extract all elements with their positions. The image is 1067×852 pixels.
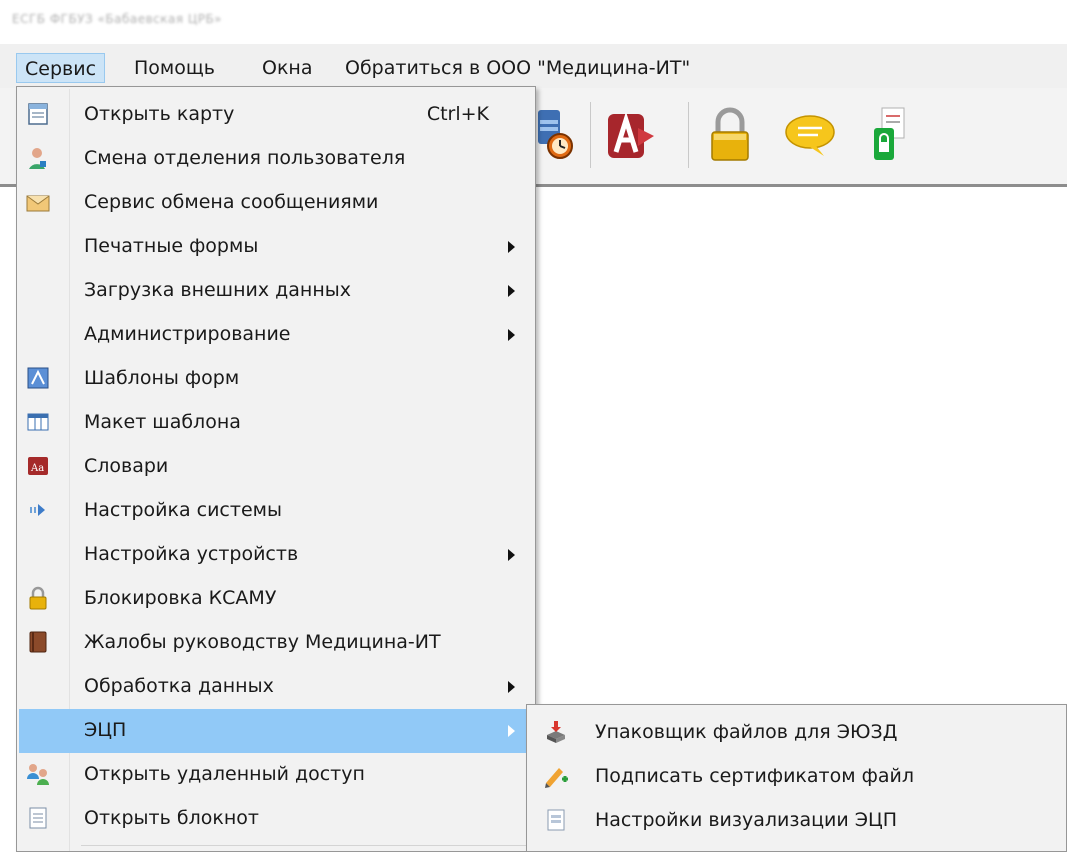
menu-item-open-notepad[interactable]: Открыть блокнот	[19, 797, 533, 841]
speech-bubble-icon[interactable]	[780, 102, 840, 168]
arrow-right-icon	[30, 504, 45, 516]
servis-dropdown-menu: Открыть карту Ctrl+K Смена отделения пол…	[16, 86, 536, 852]
menu-item-ecp[interactable]: ЭЦП	[19, 709, 533, 753]
pen-sign-icon	[545, 768, 568, 788]
menu-item-complaints[interactable]: Жалобы руководству Медицина-ИТ	[19, 621, 533, 665]
menu-servis[interactable]: Сервис	[16, 53, 106, 83]
menu-contact[interactable]: Обратиться в ООО "Медицина-ИТ"	[337, 53, 698, 83]
shortcut-label: Ctrl+K	[426, 103, 489, 125]
settings-doc-icon	[547, 809, 565, 831]
menu-item-form-templates[interactable]: Шаблоны форм	[19, 357, 533, 401]
menu-item-dictionaries[interactable]: Aa Словари	[19, 445, 533, 489]
menu-item-label: Загрузка внешних данных	[84, 279, 351, 301]
menu-item-label: Открыть карту	[84, 103, 235, 125]
card-file-icon	[28, 103, 48, 125]
menu-item-label: ЭЦП	[84, 719, 127, 741]
grid-layout-icon	[27, 413, 49, 431]
menu-item-administration[interactable]: Администрирование	[19, 313, 533, 357]
menu-item-device-settings[interactable]: Настройка устройств	[19, 533, 533, 577]
submenu-item-label: Настройки визуализации ЭЦП	[595, 809, 898, 831]
menu-separator	[81, 845, 529, 846]
menu-item-system-settings[interactable]: Настройка системы	[19, 489, 533, 533]
menu-item-label: Настройка устройств	[84, 543, 299, 565]
menu-item-label: Смена отделения пользователя	[84, 147, 406, 169]
book-icon	[29, 631, 47, 653]
menu-item-label: Настройка системы	[84, 499, 282, 521]
menu-item-load-external-data[interactable]: Загрузка внешних данных	[19, 269, 533, 313]
menu-item-lock-ksamu[interactable]: Блокировка КСАМУ	[19, 577, 533, 621]
dictionary-icon: Aa	[28, 457, 48, 475]
menu-item-label: Макет шаблона	[84, 411, 241, 433]
menu-item-open-card[interactable]: Открыть карту Ctrl+K	[19, 93, 533, 137]
submenu-arrow-icon	[508, 725, 515, 737]
usb-certificate-icon[interactable]	[860, 102, 920, 168]
submenu-item-sign-file[interactable]: Подписать сертификатом файл	[529, 755, 1064, 799]
menu-item-template-layout[interactable]: Макет шаблона	[19, 401, 533, 445]
submenu-arrow-icon	[508, 329, 515, 341]
menu-item-label: Администрирование	[84, 323, 291, 345]
menu-item-label: Печатные формы	[84, 235, 259, 257]
submenu-item-label: Упаковщик файлов для ЭЮЗД	[595, 721, 898, 743]
menu-item-label: Жалобы руководству Медицина-ИТ	[84, 631, 441, 653]
remote-access-icon	[27, 764, 49, 785]
submenu-arrow-icon	[508, 549, 515, 561]
submenu-arrow-icon	[508, 285, 515, 297]
title-bar: ЕСГБ ФГБУЗ «Бабаевская ЦРБ»	[0, 0, 1067, 44]
lock-icon	[29, 586, 47, 610]
menu-item-label: Обработка данных	[84, 675, 274, 697]
menu-item-label: Блокировка КСАМУ	[84, 587, 277, 609]
menu-item-data-processing[interactable]: Обработка данных	[19, 665, 533, 709]
menu-item-change-department[interactable]: Смена отделения пользователя	[19, 137, 533, 181]
submenu-arrow-icon	[508, 241, 515, 253]
submenu-item-file-packer[interactable]: Упаковщик файлов для ЭЮЗД	[529, 711, 1064, 755]
submenu-arrow-icon	[508, 681, 515, 693]
menu-item-messaging[interactable]: Сервис обмена сообщениями	[19, 181, 533, 225]
ecp-submenu: Упаковщик файлов для ЭЮЗД Подписать серт…	[526, 704, 1067, 852]
padlock-icon[interactable]	[700, 102, 760, 168]
menu-windows[interactable]: Окна	[254, 53, 321, 83]
menu-item-label: Сервис обмена сообщениями	[84, 191, 379, 213]
menu-item-label: Открыть удаленный доступ	[84, 763, 365, 785]
menu-bar: Сервис Помощь Окна Обратиться в ООО "Мед…	[0, 50, 1067, 89]
menu-item-label: Словари	[84, 455, 169, 477]
submenu-item-visualization-settings[interactable]: Настройки визуализации ЭЦП	[529, 799, 1064, 843]
menu-item-label: Открыть блокнот	[84, 807, 259, 829]
access-db-icon[interactable]	[600, 102, 660, 168]
doctor-icon	[29, 148, 46, 169]
submenu-item-label: Подписать сертификатом файл	[595, 765, 914, 787]
menu-help[interactable]: Помощь	[126, 53, 223, 83]
notepad-icon	[29, 807, 47, 829]
menu-item-label: Шаблоны форм	[84, 367, 240, 389]
menu-item-print-forms[interactable]: Печатные формы	[19, 225, 533, 269]
svg-text:Aa: Aa	[30, 463, 44, 474]
envelope-icon	[26, 195, 50, 212]
form-template-icon	[27, 367, 49, 389]
window-title: ЕСГБ ФГБУЗ «Бабаевская ЦРБ»	[12, 12, 223, 26]
menu-item-remote-access[interactable]: Открыть удаленный доступ	[19, 753, 533, 797]
packer-icon	[547, 721, 565, 743]
